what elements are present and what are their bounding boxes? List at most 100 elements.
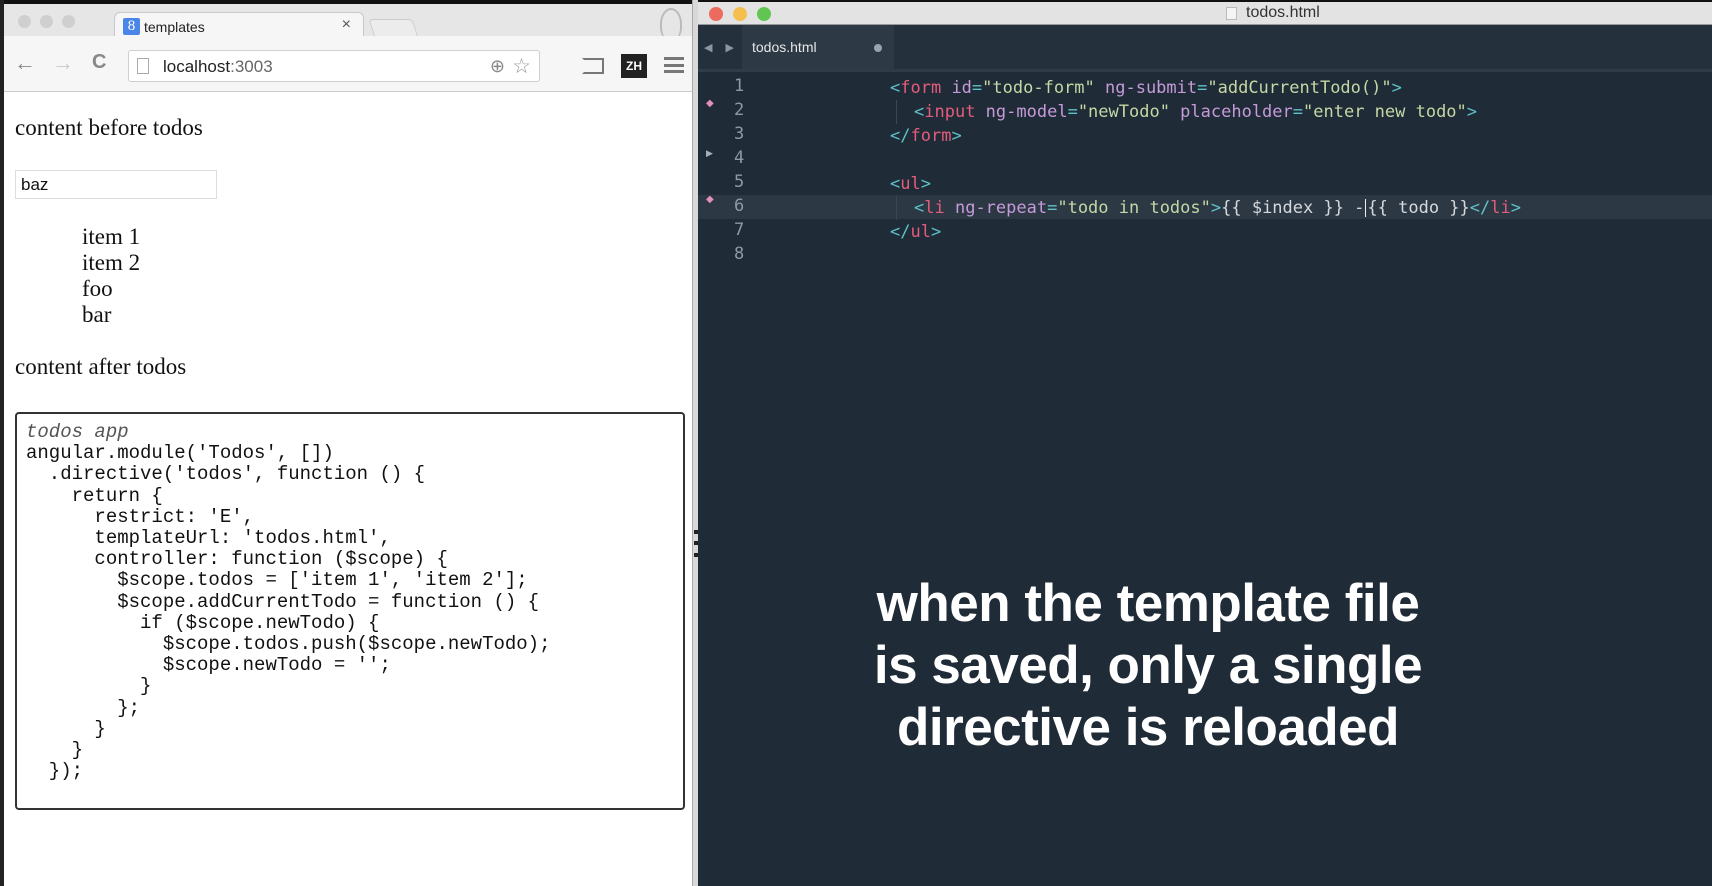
code-sample-line: } xyxy=(26,675,152,698)
attr-value: "addCurrentTodo()" xyxy=(1207,78,1392,98)
back-arrow-icon[interactable]: ← xyxy=(14,50,36,76)
tag-bracket: > xyxy=(920,174,931,194)
attr-value: "newTodo" xyxy=(1077,102,1170,122)
window-close-button[interactable] xyxy=(18,15,31,28)
attr-name: ng-repeat xyxy=(944,198,1048,218)
bookmark-star-icon[interactable]: ☆ xyxy=(512,54,531,79)
code-sample-lines: angular.module('Todos', []) .directive('… xyxy=(26,443,674,782)
tag-bracket: > xyxy=(1510,198,1521,218)
content-after-text: content after todos xyxy=(15,354,187,379)
todo-item: item 2 xyxy=(82,250,141,275)
code-sample-line: return { xyxy=(26,484,163,507)
tag-bracket: </ xyxy=(890,126,911,146)
caption-line: is saved, only a single xyxy=(873,636,1423,695)
caption-line: directive is reloaded xyxy=(896,698,1400,757)
tab-title: templates xyxy=(144,19,205,35)
tag-bracket: < xyxy=(890,174,901,194)
code-sample-line: $scope.todos.push($scope.newTodo); xyxy=(26,633,551,656)
tag-name: ul xyxy=(900,174,921,194)
window-minimize-button[interactable] xyxy=(40,15,53,28)
attr-eq: = xyxy=(1197,78,1208,98)
code-sample-line: .directive('todos', function () { xyxy=(26,463,426,486)
tag-bracket: </ xyxy=(1469,198,1491,218)
line-number: 3 xyxy=(734,124,745,144)
new-todo-input[interactable] xyxy=(15,170,217,199)
code-sample-line: angular.module('Todos', []) xyxy=(26,442,334,465)
todo-item: foo xyxy=(82,276,113,301)
code-sample-line: controller: function ($scope) { xyxy=(26,548,448,571)
editor-tab-bar: ◀ ▶ todos.html xyxy=(698,25,1712,72)
line-number: 7 xyxy=(734,220,745,240)
modified-line-marker-icon: ◆ xyxy=(706,194,714,205)
url-port: :3003 xyxy=(230,57,273,76)
code-sample-line: } xyxy=(26,717,106,740)
document-icon xyxy=(1226,7,1237,20)
code-sample-line: templateUrl: 'todos.html', xyxy=(26,527,391,550)
tag-name: form xyxy=(900,78,942,98)
cast-icon[interactable] xyxy=(582,58,604,74)
tag-bracket: > xyxy=(1391,78,1402,98)
code-line-3: </form> xyxy=(890,124,962,148)
code-sample-line: $scope.newTodo = ''; xyxy=(26,654,391,677)
code-line-5: <ul> xyxy=(890,172,931,196)
content-before-text: content before todos xyxy=(15,115,203,140)
tab-nav-arrows-icon[interactable]: ◀ ▶ xyxy=(704,41,739,54)
tag-bracket: < xyxy=(914,102,925,122)
line-number: 6 xyxy=(734,196,745,216)
tag-bracket: < xyxy=(914,198,925,218)
code-sample-line: }); xyxy=(26,760,84,783)
attr-value: "todo in todos" xyxy=(1057,198,1211,218)
hamburger-menu-icon[interactable] xyxy=(664,57,684,73)
zoom-icon[interactable]: ⊕ xyxy=(490,56,505,77)
attr-eq: = xyxy=(1292,102,1304,122)
line-number: 5 xyxy=(734,172,745,192)
code-sample-line: $scope.addCurrentTodo = function () { xyxy=(26,590,540,613)
editor-window: todos.html ◀ ▶ todos.html 1 ◆ 2 3 ▶ 4 5 … xyxy=(698,0,1712,886)
todo-list: item 1 item 2 foo bar xyxy=(82,224,140,328)
tag-name: input xyxy=(924,102,976,122)
code-sample-line: $scope.todos = ['item 1', 'item 2']; xyxy=(26,569,528,592)
todo-item: item 1 xyxy=(82,224,141,249)
address-bar[interactable]: localhost:3003 ⊕ ☆ xyxy=(128,50,540,82)
attr-eq: = xyxy=(971,78,983,98)
tag-bracket: </ xyxy=(890,222,911,242)
window-maximize-button[interactable] xyxy=(62,15,75,28)
forward-arrow-icon[interactable]: → xyxy=(52,50,74,76)
tag-name: li xyxy=(1490,198,1511,218)
tab-close-icon[interactable]: × xyxy=(342,16,351,34)
line-number: 1 xyxy=(734,76,745,96)
attr-name: placeholder xyxy=(1169,102,1293,122)
tag-name: li xyxy=(924,198,945,218)
editor-maximize-button[interactable] xyxy=(757,7,771,21)
line-number: 4 xyxy=(734,148,745,168)
tab-bar-border xyxy=(698,69,1712,72)
tag-bracket: > xyxy=(1210,198,1222,218)
reload-icon[interactable]: C xyxy=(92,51,106,74)
modified-line-marker-icon: ◆ xyxy=(706,98,714,109)
code-line-7: </ul> xyxy=(890,220,941,244)
code-line-2: <input ng-model="newTodo" placeholder="e… xyxy=(914,100,1477,124)
url-text: localhost:3003 xyxy=(163,57,273,77)
attr-eq: = xyxy=(1047,198,1058,218)
tag-bracket: > xyxy=(1466,102,1478,122)
line-number: 8 xyxy=(734,244,745,264)
editor-window-title: todos.html xyxy=(1246,4,1320,21)
interpolation-index: {{ $index }} - xyxy=(1221,198,1365,218)
todo-item: bar xyxy=(82,302,112,327)
editor-close-button[interactable] xyxy=(709,7,723,21)
page-icon xyxy=(137,58,149,74)
fold-arrow-icon[interactable]: ▶ xyxy=(706,148,713,159)
attr-value: "todo-form" xyxy=(982,78,1095,98)
line-number: 2 xyxy=(734,100,745,120)
tag-bracket: > xyxy=(930,222,942,242)
editor-minimize-button[interactable] xyxy=(733,7,747,21)
code-line-6: <li ng-repeat="todo in todos">{{ $index … xyxy=(914,196,1521,220)
browser-window: 8 templates × ← → C localhost:3003 ⊕ ☆ Z… xyxy=(0,0,692,886)
unsaved-dot-icon[interactable] xyxy=(874,44,882,52)
editor-tab-todos-html[interactable]: todos.html xyxy=(742,25,894,71)
code-sample-line: }; xyxy=(26,696,141,719)
attr-eq: = xyxy=(1067,102,1078,122)
attr-name: ng-model xyxy=(975,102,1068,122)
attr-value: "enter new todo" xyxy=(1303,102,1467,122)
zh-extension-icon[interactable]: ZH xyxy=(621,54,647,78)
